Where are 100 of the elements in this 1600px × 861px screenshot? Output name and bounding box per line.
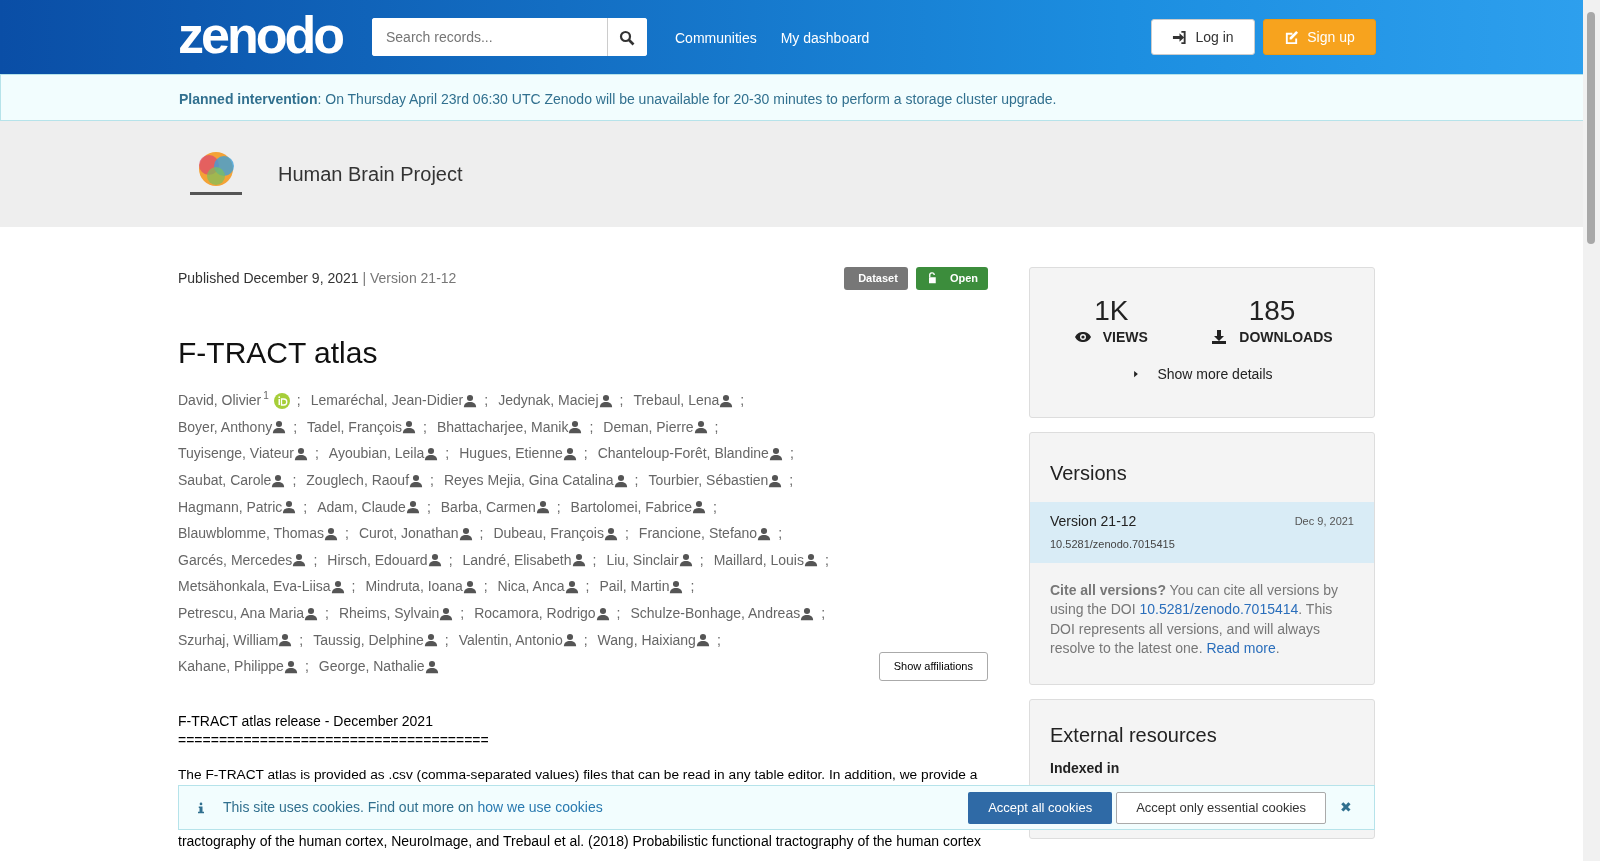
person-icon bbox=[693, 420, 708, 435]
author-name[interactable]: Szurhaj, William bbox=[178, 629, 279, 651]
author-name[interactable]: Hugues, Etienne bbox=[459, 443, 563, 465]
scrollbar[interactable] bbox=[1583, 0, 1600, 861]
accept-all-button[interactable]: Accept all cookies bbox=[968, 791, 1113, 824]
author-name[interactable]: Nica, Anca bbox=[497, 576, 565, 598]
separator: ; bbox=[351, 577, 356, 597]
author-name[interactable]: Garcés, Mercedes bbox=[178, 549, 293, 571]
search-icon bbox=[619, 29, 636, 46]
person-icon bbox=[757, 526, 772, 541]
author-name[interactable]: Maillard, Louis bbox=[713, 549, 804, 571]
author-name[interactable]: Rheims, Sylvain bbox=[338, 603, 440, 625]
author-name[interactable]: Zouglech, Raouf bbox=[306, 470, 410, 492]
author-name[interactable]: Blauwblomme, Thomas bbox=[178, 523, 325, 545]
version-label[interactable]: Version 21-12 bbox=[1050, 511, 1137, 532]
stat-value: 185 bbox=[1247, 296, 1297, 327]
indexed-label: Indexed in bbox=[1050, 759, 1121, 778]
author-name[interactable]: Valentin, Antonio bbox=[458, 629, 563, 651]
separator: ; bbox=[483, 577, 488, 597]
accept-essential-button[interactable]: Accept only essential cookies bbox=[1116, 791, 1326, 824]
cite-text: Cite all versions? You can cite all versions by using the DOI 10.5281/zenodo.7015414. This DOI represents all versions, and will always resolve to the latest one. Read more. bbox=[1049, 580, 1339, 658]
person-icon bbox=[564, 579, 579, 594]
cookie-policy-link[interactable]: how we use cookies bbox=[477, 799, 603, 815]
author-name[interactable]: Deman, Pierre bbox=[603, 416, 694, 438]
author-name[interactable]: Tadel, François bbox=[307, 416, 402, 438]
edit-icon bbox=[1284, 29, 1300, 45]
description-paragraph: The F-TRACT atlas is provided as .csv (comma-separated values) files that can be read in any table editor. In addition, we provide a bbox=[178, 766, 979, 785]
author-name[interactable]: Francione, Stefano bbox=[638, 523, 758, 545]
person-icon bbox=[695, 633, 710, 648]
author-name[interactable]: Metsähonkala, Eva-Liisa bbox=[178, 576, 331, 598]
author-name[interactable]: Hirsch, Edouard bbox=[327, 549, 428, 571]
author-name[interactable]: David, Olivier bbox=[178, 390, 262, 412]
author-name[interactable]: Adam, Claude bbox=[317, 496, 406, 518]
author-name[interactable]: Petrescu, Ana Maria bbox=[178, 603, 305, 625]
author-name[interactable]: Lemaréchal, Jean-Didier bbox=[310, 390, 464, 412]
person-icon bbox=[272, 420, 287, 435]
author-name[interactable]: Ayoubian, Leila bbox=[328, 443, 425, 465]
author-name[interactable]: Reyes Mejia, Gina Catalina bbox=[443, 470, 614, 492]
author-name[interactable]: George, Nathalie bbox=[318, 656, 425, 678]
person-icon bbox=[282, 500, 297, 515]
close-button[interactable]: ✖ bbox=[1334, 796, 1358, 819]
person-icon bbox=[692, 500, 706, 515]
person-icon bbox=[800, 606, 815, 621]
author-name[interactable]: Boyer, Anthony bbox=[178, 416, 273, 438]
info-icon bbox=[195, 800, 207, 815]
nav-link[interactable]: Communities bbox=[671, 28, 757, 66]
person-icon bbox=[292, 553, 307, 568]
person-icon bbox=[462, 579, 477, 594]
separator: ; bbox=[426, 497, 431, 517]
separator: ; bbox=[304, 657, 309, 677]
read-more-link[interactable]: Read more bbox=[1206, 640, 1276, 656]
author-name[interactable]: Pail, Martin bbox=[599, 576, 670, 598]
person-icon bbox=[409, 473, 424, 488]
separator: ; bbox=[299, 630, 304, 650]
separator: ; bbox=[616, 604, 621, 624]
person-icon bbox=[324, 526, 339, 541]
author-name[interactable]: Schulze-Bonhage, Andreas bbox=[630, 603, 801, 625]
version-item[interactable]: Version 21-12 Dec 9, 2021 10.5281/zenodo.7015415 bbox=[1030, 502, 1374, 563]
author-name[interactable]: Chanteloup-Forêt, Blandine bbox=[597, 443, 769, 465]
separator: ; bbox=[460, 604, 465, 624]
search-button[interactable] bbox=[607, 18, 647, 56]
author-name[interactable]: Wang, Haixiang bbox=[597, 629, 696, 651]
author-name[interactable]: Barba, Carmen bbox=[440, 496, 536, 518]
author-name[interactable]: Hagmann, Patric bbox=[178, 496, 283, 518]
login-button[interactable]: Log in bbox=[1151, 19, 1255, 55]
person-icon bbox=[293, 447, 308, 461]
show-affiliations-button[interactable]: Show affiliations bbox=[878, 652, 988, 681]
community-name[interactable]: Human Brain Project bbox=[278, 159, 463, 189]
author-name[interactable]: Landré, Elisabeth bbox=[462, 549, 572, 571]
author-name[interactable]: Curot, Jonathan bbox=[358, 523, 459, 545]
nav-link[interactable]: My dashboard bbox=[780, 28, 870, 66]
person-icon bbox=[330, 579, 345, 594]
author-name[interactable]: Jedynak, Maciej bbox=[498, 390, 599, 412]
announcement-text: Planned intervention: On Thursday April 23rd 06:30 UTC Zenodo will be unavailable for 20-30 minutes to perform a storage cluster upgrade. bbox=[179, 90, 1058, 109]
author-name[interactable]: Dubeau, François bbox=[493, 523, 604, 545]
site-logo[interactable]: zenodo bbox=[178, 4, 348, 66]
person-icon bbox=[304, 606, 319, 621]
author-name[interactable]: Taussig, Delphine bbox=[313, 629, 424, 651]
author-name[interactable]: Trebaul, Lena bbox=[633, 390, 720, 412]
author-name[interactable]: Saubat, Carole bbox=[178, 470, 272, 492]
person-icon bbox=[278, 633, 293, 648]
cookie-text: This site uses cookies. Find out more on how we use cookies bbox=[223, 798, 603, 817]
separator: ; bbox=[430, 471, 434, 491]
search-field[interactable]: Search records... bbox=[372, 18, 647, 56]
author-name[interactable]: Rocamora, Rodrigo bbox=[474, 603, 596, 625]
person-icon bbox=[598, 393, 613, 408]
person-icon bbox=[678, 553, 693, 568]
author-name[interactable]: Tourbier, Sébastien bbox=[648, 470, 769, 492]
person-icon bbox=[439, 606, 454, 621]
author-name[interactable]: Bartolomei, Fabrice bbox=[570, 496, 692, 518]
show-details-link[interactable]: Show more details bbox=[1157, 363, 1273, 385]
separator: ; bbox=[345, 524, 349, 544]
author-name[interactable]: Mindruta, Ioana bbox=[365, 576, 463, 598]
separator: ; bbox=[713, 497, 717, 517]
author-name[interactable]: Tuyisenge, Viateur bbox=[178, 443, 294, 465]
author-name[interactable]: Kahane, Philippe bbox=[178, 656, 284, 678]
author-name[interactable]: Bhattacharjee, Manik bbox=[436, 416, 569, 438]
separator: ; bbox=[619, 391, 624, 411]
author-name[interactable]: Liu, Sinclair bbox=[606, 549, 679, 571]
separator: ; bbox=[445, 444, 450, 464]
